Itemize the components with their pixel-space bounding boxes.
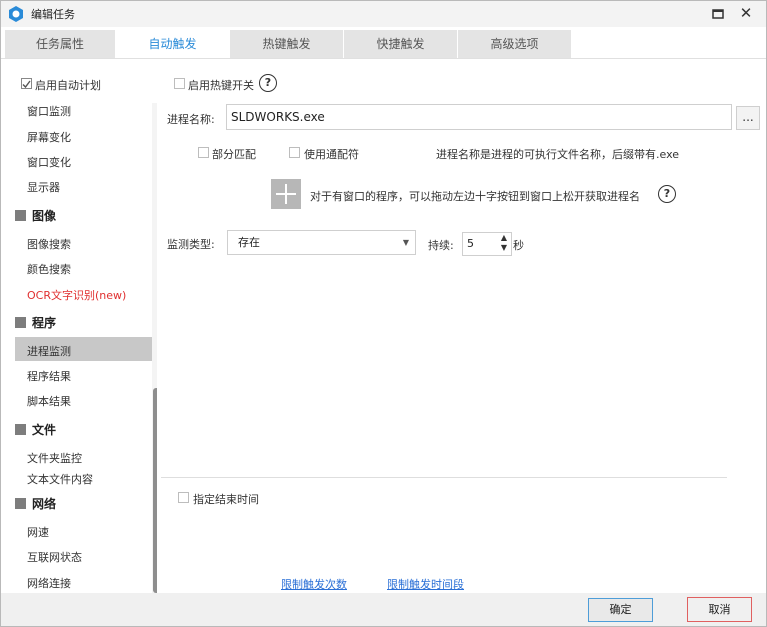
checkmark-icon <box>22 80 31 89</box>
enable-schedule-label: 启用自动计划 <box>35 79 101 92</box>
sidebar-item-display[interactable]: 显示器 <box>27 179 60 195</box>
sidebar-item-ocr[interactable]: OCR文字识别(new) <box>27 287 126 303</box>
help-question-icon[interactable]: ? <box>658 185 676 203</box>
duration-unit: 秒 <box>513 239 524 252</box>
title-bar: 编辑任务 ✕ <box>1 1 766 27</box>
browse-button[interactable]: ... <box>736 106 760 130</box>
sidebar-item-image-search[interactable]: 图像搜索 <box>27 236 71 252</box>
section-square-icon <box>15 210 26 221</box>
sidebar-item-script-result[interactable]: 脚本结果 <box>27 393 71 409</box>
dropdown-arrow-icon: ▼ <box>402 238 409 247</box>
sidebar-item-screen-change[interactable]: 屏幕变化 <box>27 129 71 145</box>
trigger-sidebar: 启用自动计划 窗口监测 屏幕变化 窗口变化 显示器 图像 图像搜索 颜色搜索 O… <box>5 63 157 593</box>
end-time-label: 指定结束时间 <box>193 493 259 506</box>
maximize-icon[interactable] <box>709 5 727 23</box>
section-square-icon <box>15 317 26 328</box>
hotkey-toggle-checkbox[interactable] <box>174 78 185 89</box>
tab-auto-trigger[interactable]: 自动触发 <box>116 30 229 58</box>
wildcard-label: 使用通配符 <box>304 148 359 161</box>
app-logo-icon <box>9 6 23 22</box>
section-square-icon <box>15 424 26 435</box>
sidebar-item-window-change[interactable]: 窗口变化 <box>27 154 71 170</box>
tab-bar: 任务属性 自动触发 热键触发 快捷触发 高级选项 <box>1 28 766 59</box>
monitor-type-select[interactable]: 存在 ▼ <box>227 230 416 255</box>
sidebar-section-file: 文件 <box>15 421 56 438</box>
duration-spinner-icon[interactable]: ▲ ▼ <box>497 233 511 255</box>
cancel-button[interactable]: 取消 <box>687 597 752 622</box>
sidebar-item-program-result[interactable]: 程序结果 <box>27 368 71 384</box>
section-divider <box>161 477 727 478</box>
edit-task-window: 编辑任务 ✕ 任务属性 自动触发 热键触发 快捷触发 高级选项 启用自动计划 窗… <box>0 0 767 627</box>
section-square-icon <box>15 498 26 509</box>
limit-trigger-count-link[interactable]: 限制触发次数 <box>281 576 347 592</box>
partial-match-checkbox[interactable] <box>198 147 209 158</box>
sidebar-section-program: 程序 <box>15 314 56 331</box>
crosshair-drag-icon[interactable] <box>271 179 301 209</box>
duration-label: 持续: <box>428 239 454 252</box>
tab-quick-trigger[interactable]: 快捷触发 <box>344 30 457 58</box>
tab-advanced-options[interactable]: 高级选项 <box>458 30 571 58</box>
ok-button[interactable]: 确定 <box>588 598 653 622</box>
process-name-hint: 进程名称是进程的可执行文件名称，后缀带有.exe <box>436 148 680 161</box>
partial-match-label: 部分匹配 <box>212 148 256 161</box>
sidebar-item-color-search[interactable]: 颜色搜索 <box>27 261 71 277</box>
help-question-icon[interactable]: ? <box>259 74 277 92</box>
limit-trigger-period-link[interactable]: 限制触发时间段 <box>387 576 464 592</box>
sidebar-item-text-file-content[interactable]: 文本文件内容 <box>27 471 93 487</box>
window-title: 编辑任务 <box>31 8 75 21</box>
monitor-type-label: 监测类型: <box>167 238 215 251</box>
sidebar-scrollbar-thumb[interactable] <box>153 388 157 593</box>
wildcard-checkbox[interactable] <box>289 147 300 158</box>
sidebar-item-network-connection[interactable]: 网络连接 <box>27 575 71 591</box>
enable-schedule-checkbox[interactable] <box>21 78 32 89</box>
sidebar-item-internet-status[interactable]: 互联网状态 <box>27 549 82 565</box>
close-icon[interactable]: ✕ <box>737 4 755 22</box>
process-name-label: 进程名称: <box>167 113 215 126</box>
sidebar-section-image: 图像 <box>15 207 56 224</box>
tab-task-properties[interactable]: 任务属性 <box>5 30 115 58</box>
drag-hint-text: 对于有窗口的程序，可以拖动左边十字按钮到窗口上松开获取进程名 <box>310 190 640 203</box>
monitor-type-value: 存在 <box>238 236 260 249</box>
sidebar-section-network: 网络 <box>15 495 56 512</box>
hotkey-toggle-label: 启用热键开关 <box>188 79 254 92</box>
sidebar-item-window-monitor[interactable]: 窗口监测 <box>27 103 71 119</box>
sidebar-item-process-monitor[interactable]: 进程监测 <box>27 343 71 359</box>
sidebar-item-folder-monitor[interactable]: 文件夹监控 <box>27 450 82 466</box>
process-name-input[interactable]: SLDWORKS.exe <box>226 104 732 130</box>
tab-hotkey-trigger[interactable]: 热键触发 <box>230 30 343 58</box>
sidebar-item-net-speed[interactable]: 网速 <box>27 524 49 540</box>
end-time-checkbox[interactable] <box>178 492 189 503</box>
